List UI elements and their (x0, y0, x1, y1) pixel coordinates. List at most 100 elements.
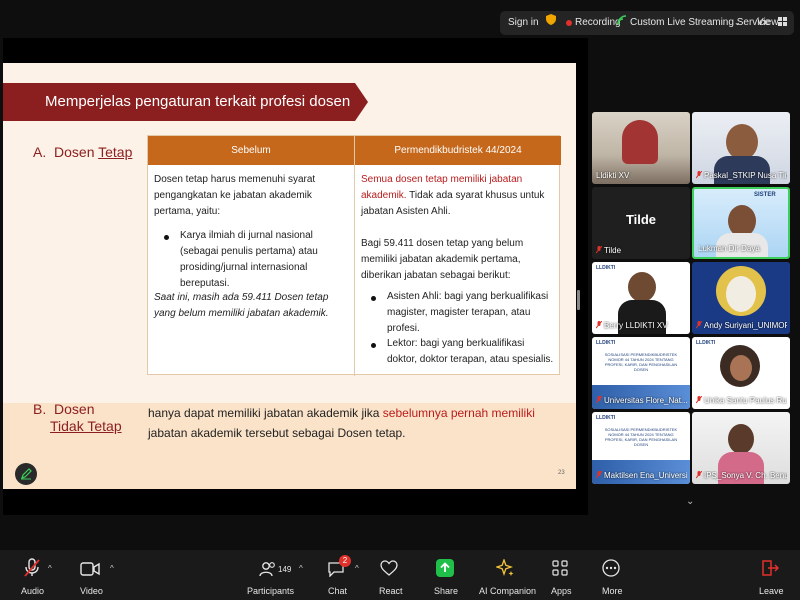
presentation-slide: Memperjelas pengaturan terkait profesi d… (3, 63, 576, 489)
participants-icon[interactable] (259, 561, 277, 577)
participant-name: Universitas Flore_Nat... (596, 396, 687, 406)
participants-count: 149 (278, 565, 292, 574)
tile-document-title: SOSIALISASI PERMENDIKBUDRISTEK NOMOR 44 … (604, 427, 678, 447)
section-a-label: A. Dosen Tetap (33, 143, 132, 161)
name-text: Berry LLDIKTI XV (604, 321, 668, 330)
name-text: Paskal_STKIP Nusa Tim... (704, 171, 787, 180)
gallery-next-page-chevron-icon[interactable]: ⌄ (686, 496, 694, 507)
before-text-d: , (190, 206, 194, 217)
section-b-text-b: jabatan akademik tersebut sebagai Dosen … (148, 426, 406, 440)
section-a-word2: Tetap (98, 144, 133, 160)
table-header-regulation: Permendikbudristek 44/2024 (355, 136, 561, 165)
chat-button-label[interactable]: Chat (328, 586, 347, 597)
page-number: 23 (558, 470, 565, 476)
audio-options-chevron-icon[interactable]: ^ (48, 564, 52, 573)
leave-meeting-icon[interactable] (761, 559, 779, 577)
name-text: Lukman Dir Daya (698, 244, 760, 253)
bullet-dot (164, 235, 169, 240)
meeting-toolbar: ^ Audio ^ Video 149 ^ Participants 2 ^ C… (0, 550, 800, 600)
gallery-resize-handle[interactable] (577, 290, 580, 310)
before-text-c: pengangkatan ke jabatan akademik pertama (154, 190, 312, 217)
recording-dot-icon (566, 20, 572, 26)
regulation-text-2: Bagi 59.411 dosen tetap yang belum memil… (361, 238, 524, 281)
before-note-b: belum (178, 308, 206, 319)
regulation-rest-a: Tidak ada syarat khusus untuk (406, 190, 545, 201)
participant-figure (726, 124, 758, 160)
mic-off-icon (696, 321, 702, 329)
bullet-dot (371, 296, 376, 301)
chat-options-chevron-icon[interactable]: ^ (355, 564, 359, 573)
share-button-label[interactable]: Share (434, 586, 458, 597)
mic-off-icon (596, 321, 602, 329)
video-button-label[interactable]: Video (80, 586, 103, 597)
ai-companion-button-label[interactable]: AI Companion (479, 586, 536, 597)
mic-off-icon (596, 471, 602, 479)
participant-tile-maktilsen[interactable]: LLDIKTI SOSIALISASI PERMENDIKBUDRISTEK N… (592, 412, 690, 484)
participant-name: Maktilsen Ena_Universi... (596, 471, 687, 481)
tile-banner-text: SISTER (754, 192, 776, 198)
apps-grid-icon[interactable] (552, 560, 568, 576)
participant-tile-lldikti[interactable]: Lldikti XV (592, 112, 690, 184)
ai-companion-sparkle-icon[interactable] (496, 559, 514, 577)
participant-name: Paskal_STKIP Nusa Tim... (696, 171, 787, 181)
participant-tile-sonya[interactable]: IPS_Sonya V. Ch. Benu (692, 412, 790, 484)
participant-tile-paskal[interactable]: Paskal_STKIP Nusa Tim... (692, 112, 790, 184)
before-requirement-text: Dosen tetap harus memenuhi syarat pengan… (154, 172, 350, 220)
mic-off-icon (696, 396, 702, 404)
participant-tile-andy[interactable]: Andy Suriyani_UNIMOF (692, 262, 790, 334)
react-button-label[interactable]: React (379, 586, 403, 597)
before-note-c: memiliki jabatan akademik. (205, 308, 329, 319)
before-note: Saat ini, masih ada 59.411 Dosen tetap y… (154, 290, 350, 322)
mic-muted-icon[interactable] (24, 558, 40, 578)
regulation-red-a: Semua dosen tetap memiliki jabatan (361, 174, 523, 185)
annotate-button[interactable] (15, 463, 37, 485)
more-options-icon[interactable] (602, 559, 620, 577)
view-button[interactable]: View (757, 16, 779, 30)
sign-in-link[interactable]: Sign in (508, 16, 539, 30)
participants-button-label[interactable]: Participants (247, 586, 294, 597)
regulation-rest-b: jabatan Asisten Ahli. (361, 206, 451, 217)
participant-name: Lukman Dir Daya (698, 244, 785, 254)
chevron-down-icon[interactable]: ⌄ (734, 16, 741, 30)
audio-button-label[interactable]: Audio (21, 586, 44, 597)
name-text: Andy Suriyani_UNIMOF (704, 321, 787, 330)
heart-react-icon[interactable] (380, 560, 398, 576)
section-b-text-red: sebelumnya pernah memiliki (382, 406, 535, 420)
participant-figure (622, 120, 658, 164)
participant-tile-tilde[interactable]: Tilde Tilde (592, 187, 690, 259)
mic-off-icon (696, 171, 702, 179)
view-grid-icon[interactable] (778, 17, 788, 26)
mic-off-icon (696, 471, 702, 479)
participant-figure (628, 272, 656, 302)
video-camera-icon[interactable] (80, 562, 100, 576)
more-button-label[interactable]: More (602, 586, 623, 597)
live-streaming-status[interactable]: Custom Live Streaming Service (630, 16, 770, 30)
section-b-label: B. Dosen Tidak Tetap (33, 401, 122, 435)
tile-logo: LLDIKTI (596, 340, 616, 346)
mic-off-icon (596, 246, 602, 254)
before-text-b: harus memenuhi syarat (210, 174, 316, 185)
participant-tile-berry[interactable]: LLDIKTI Berry LLDIKTI XV (592, 262, 690, 334)
regulation-bullet-2: Lektor: bagi yang berkualifikasi doktor,… (387, 338, 554, 365)
apps-button-label[interactable]: Apps (551, 586, 572, 597)
name-text: Unika Santu Paulus Ru... (704, 396, 787, 405)
video-options-chevron-icon[interactable]: ^ (110, 564, 114, 573)
chat-unread-badge: 2 (339, 555, 351, 567)
participant-tile-flores[interactable]: LLDIKTI SOSIALISASI PERMENDIKBUDRISTEK N… (592, 337, 690, 409)
recording-status[interactable]: Recording (575, 16, 621, 30)
name-text: Lldikti XV (596, 171, 630, 180)
shield-icon[interactable] (546, 14, 556, 25)
participants-options-chevron-icon[interactable]: ^ (299, 564, 303, 573)
participant-name: Andy Suriyani_UNIMOF (696, 321, 787, 331)
before-text-e: yaitu: (196, 206, 221, 217)
leave-button-label[interactable]: Leave (759, 586, 784, 597)
section-b-line2: Tidak Tetap (50, 418, 122, 434)
name-text: Tilde (604, 246, 622, 255)
participant-tile-unika[interactable]: LLDIKTI Unika Santu Paulus Ru... (692, 337, 790, 409)
participant-tile-lukman[interactable]: SISTER Lukman Dir Daya (692, 187, 790, 259)
section-a-letter: A. (33, 144, 47, 160)
share-screen-icon[interactable] (436, 559, 454, 577)
regulation-text-1: Semua dosen tetap memiliki jabatan akade… (361, 172, 557, 220)
shared-screen: Memperjelas pengaturan terkait profesi d… (3, 38, 588, 515)
participant-name: Lldikti XV (596, 171, 687, 181)
